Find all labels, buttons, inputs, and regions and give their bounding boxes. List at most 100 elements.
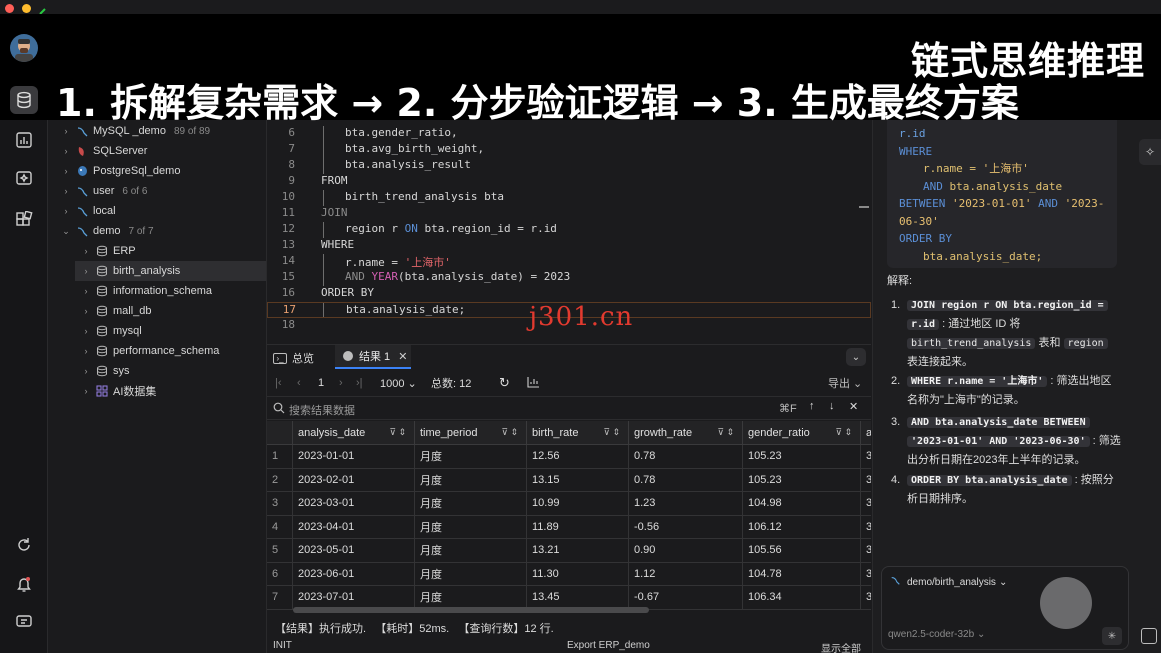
tree-node-demo[interactable]: ⌄ demo 7 of 7 (59, 221, 153, 241)
row-number[interactable]: 3 (267, 492, 293, 516)
last-page-icon[interactable]: ›| (356, 377, 363, 389)
tree-node-sqlserver[interactable]: › SQLServer (59, 141, 148, 161)
tree-node-mysql[interactable]: › mysql (79, 321, 142, 341)
tree-node-birth-analysis[interactable]: › birth_analysis (75, 261, 266, 281)
chart-view-icon[interactable] (527, 376, 540, 391)
voice-record-button[interactable] (1040, 577, 1092, 629)
tab-result-1[interactable]: 结果 1 ✕ (335, 345, 411, 369)
first-page-icon[interactable]: |‹ (275, 377, 282, 389)
table-cell[interactable]: 104.98 (743, 492, 861, 516)
table-cell[interactable]: 12.56 (527, 445, 629, 469)
refresh-results-icon[interactable]: ↻ (499, 375, 510, 391)
column-header[interactable]: analysis_date ⊽ ⇕ (293, 421, 415, 445)
page-size-select[interactable]: 1000 ⌄ (380, 377, 417, 390)
tree-node-performance-schema[interactable]: › performance_schema (79, 341, 220, 361)
page-number[interactable]: 1 (318, 377, 324, 389)
prev-page-icon[interactable]: ‹ (297, 377, 301, 389)
tree-node-user[interactable]: › user 6 of 6 (59, 181, 148, 201)
table-cell[interactable]: 11.30 (527, 562, 629, 586)
model-selector[interactable]: qwen2.5-coder-32b ⌄ (888, 629, 985, 640)
table-cell[interactable]: 1.12 (629, 562, 743, 586)
table-cell[interactable]: 月度 (415, 492, 527, 516)
table-cell[interactable]: 3 (861, 539, 871, 563)
table-cell[interactable]: 月度 (415, 515, 527, 539)
filter-sort-icon[interactable]: ⊽ ⇕ (835, 427, 852, 438)
ai-sparkle-button[interactable]: ✧ (1139, 139, 1161, 165)
table-cell[interactable]: 2023-03-01 (293, 492, 415, 516)
table-cell[interactable]: 106.12 (743, 515, 861, 539)
filter-sort-icon[interactable]: ⊽ ⇕ (603, 427, 620, 438)
sidebar-toggle-icon[interactable] (1141, 628, 1157, 644)
table-cell[interactable]: 1.23 (629, 492, 743, 516)
close-tab-icon[interactable]: ✕ (398, 350, 407, 363)
table-cell[interactable]: 105.23 (743, 445, 861, 469)
loading-spinner-icon[interactable]: ✳ (1102, 627, 1122, 645)
search-input[interactable]: 搜索结果数据 (289, 402, 355, 418)
table-cell[interactable]: 105.23 (743, 468, 861, 492)
table-cell[interactable]: 3 (861, 445, 871, 469)
table-cell[interactable]: 月度 (415, 539, 527, 563)
table-cell[interactable]: 2023-07-01 (293, 586, 415, 610)
show-all-button[interactable]: 显示全部 (821, 640, 861, 653)
table-cell[interactable]: 月度 (415, 468, 527, 492)
tree-node-information-schema[interactable]: › information_schema (79, 281, 213, 301)
table-cell[interactable]: 2023-01-01 (293, 445, 415, 469)
ai-chat-nav-icon[interactable] (10, 165, 38, 193)
column-header[interactable]: a (861, 421, 871, 445)
row-number[interactable]: 6 (267, 562, 293, 586)
tree-node-sys[interactable]: › sys (79, 361, 130, 381)
export-status[interactable]: Export ERP_demo (567, 640, 650, 651)
table-cell[interactable]: 3 (861, 492, 871, 516)
table-cell[interactable]: 3 (861, 586, 871, 610)
filter-sort-icon[interactable]: ⊽ ⇕ (717, 427, 734, 438)
table-cell[interactable]: 0.78 (629, 468, 743, 492)
column-header[interactable]: time_period ⊽ ⇕ (415, 421, 527, 445)
table-cell[interactable]: 2023-04-01 (293, 515, 415, 539)
table-cell[interactable]: 月度 (415, 445, 527, 469)
notification-bell-icon[interactable] (10, 570, 38, 598)
chart-nav-icon[interactable] (10, 126, 38, 154)
tree-node-erp[interactable]: › ERP (79, 241, 136, 261)
filter-sort-icon[interactable]: ⊽ ⇕ (501, 427, 518, 438)
table-cell[interactable]: 106.34 (743, 586, 861, 610)
refresh-icon[interactable] (10, 531, 38, 559)
context-selector[interactable]: demo/birth_analysis ⌄ (890, 575, 1007, 589)
tree-node-local[interactable]: › local (59, 201, 116, 221)
chat-input-box[interactable]: demo/birth_analysis ⌄ qwen2.5-coder-32b ⌄… (881, 566, 1129, 650)
search-next-icon[interactable]: ↓ (829, 400, 835, 412)
database-nav-icon[interactable] (10, 86, 38, 114)
table-cell[interactable]: 13.15 (527, 468, 629, 492)
table-cell[interactable]: -0.56 (629, 515, 743, 539)
horizontal-scrollbar[interactable] (293, 607, 649, 613)
column-header[interactable]: birth_rate ⊽ ⇕ (527, 421, 629, 445)
collapse-panel-button[interactable]: ⌄ (846, 348, 866, 366)
table-cell[interactable]: -0.67 (629, 586, 743, 610)
table-cell[interactable]: 10.99 (527, 492, 629, 516)
table-cell[interactable]: 2023-06-01 (293, 562, 415, 586)
feedback-icon[interactable] (10, 608, 38, 636)
row-number[interactable]: 7 (267, 586, 293, 610)
extensions-nav-icon[interactable] (10, 206, 38, 234)
table-cell[interactable]: 104.78 (743, 562, 861, 586)
minimize-window-button[interactable] (22, 4, 31, 13)
table-cell[interactable]: 2023-05-01 (293, 539, 415, 563)
table-cell[interactable]: 13.21 (527, 539, 629, 563)
tree-node-ai-dataset[interactable]: › AI数据集 (79, 381, 156, 401)
close-window-button[interactable] (5, 4, 14, 13)
export-dropdown[interactable]: 导出 ⌄ (828, 375, 862, 391)
table-cell[interactable]: 11.89 (527, 515, 629, 539)
table-cell[interactable]: 月度 (415, 562, 527, 586)
tree-node-mall-db[interactable]: › mall_db (79, 301, 152, 321)
table-cell[interactable]: 0.90 (629, 539, 743, 563)
row-number[interactable]: 5 (267, 539, 293, 563)
table-cell[interactable]: 3 (861, 469, 871, 492)
table-cell[interactable]: 0.78 (629, 445, 743, 469)
next-page-icon[interactable]: › (339, 377, 343, 389)
fullscreen-window-button[interactable] (38, 3, 47, 15)
tree-node-postgres[interactable]: › PostgreSql_demo (59, 161, 181, 181)
avatar[interactable] (10, 34, 38, 62)
table-cell[interactable]: 105.56 (743, 539, 861, 563)
column-header[interactable]: gender_ratio ⊽ ⇕ (743, 421, 861, 445)
table-cell[interactable]: 月度 (415, 586, 527, 610)
row-number[interactable]: 2 (267, 468, 293, 492)
